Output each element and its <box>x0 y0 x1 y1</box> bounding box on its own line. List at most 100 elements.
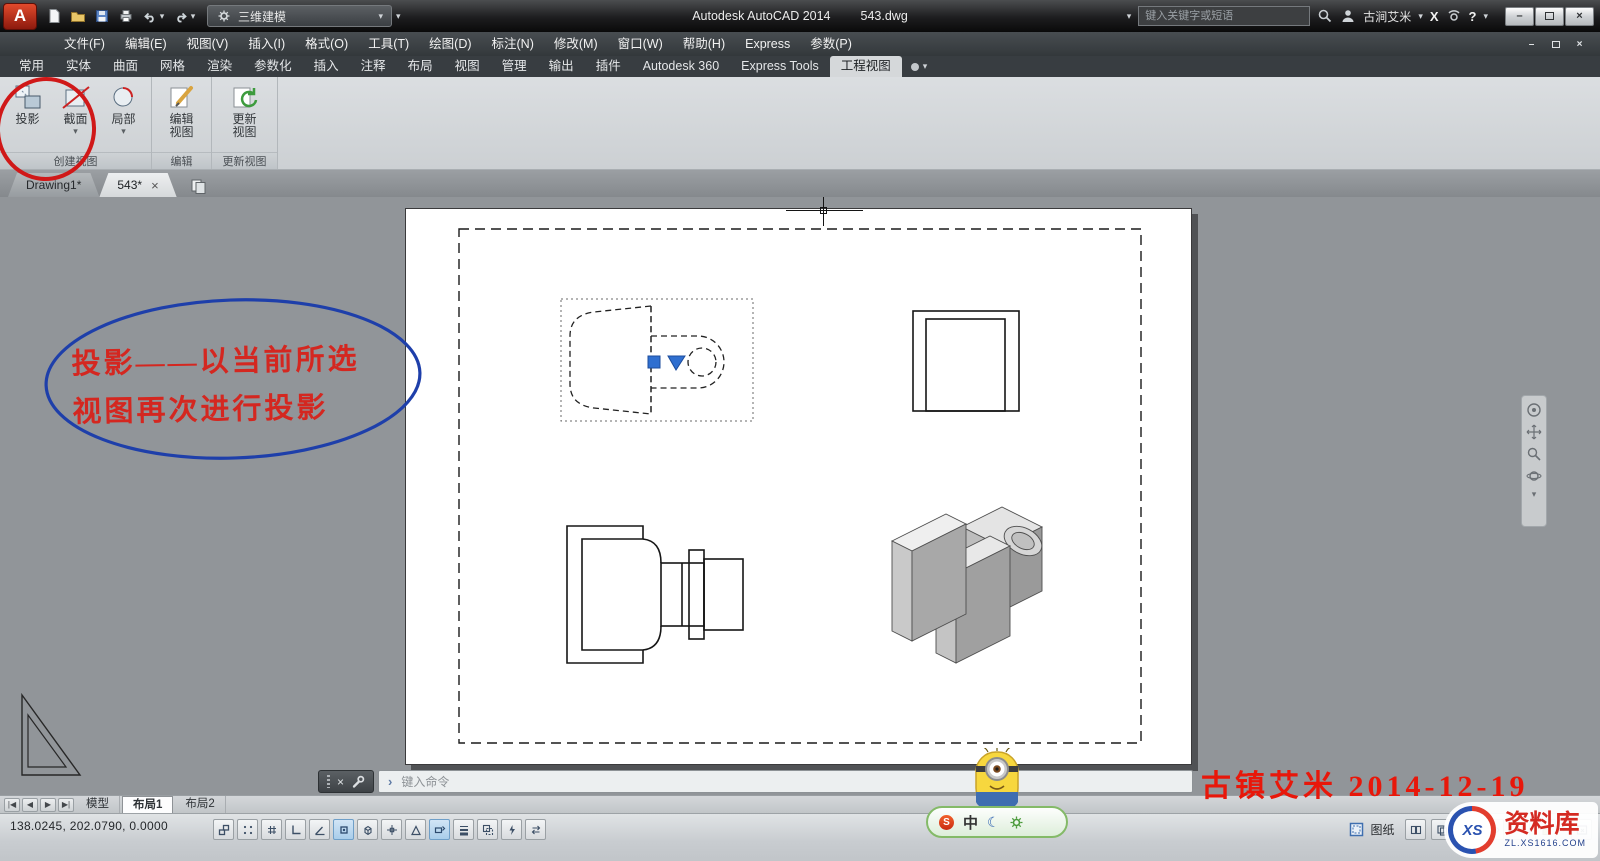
file-tab-543[interactable]: 543* × <box>99 173 176 197</box>
drag-grip-icon[interactable] <box>327 775 330 788</box>
menu-help[interactable]: 帮助(H) <box>673 32 735 56</box>
account-name[interactable]: 古涧艾米 <box>1363 8 1411 25</box>
transparency-toggle[interactable] <box>477 819 498 840</box>
workspace-switcher[interactable]: 三维建模 ▾ <box>207 5 392 27</box>
doc-minimize-button[interactable]: – <box>1521 36 1542 52</box>
menu-express[interactable]: Express <box>735 32 800 56</box>
ribbon-display-options[interactable]: ▾ <box>910 56 928 77</box>
menu-file[interactable]: 文件(F) <box>54 32 115 56</box>
lineweight-toggle[interactable] <box>453 819 474 840</box>
ribbon-tab-layout[interactable]: 布局 <box>397 56 444 77</box>
close-command-line-icon[interactable]: × <box>337 776 344 788</box>
menu-window[interactable]: 窗口(W) <box>608 32 673 56</box>
close-tab-icon[interactable]: × <box>151 179 159 192</box>
new-file-button[interactable] <box>42 5 65 28</box>
paper-space-label[interactable]: 图纸 <box>1370 821 1394 838</box>
panel-title-edit[interactable]: 编辑 <box>152 152 211 169</box>
ribbon-tab-insert[interactable]: 插入 <box>303 56 350 77</box>
osnap-3d-toggle[interactable] <box>357 819 378 840</box>
ribbon-tab-plugins[interactable]: 插件 <box>585 56 632 77</box>
paper-space-icon[interactable] <box>1348 821 1365 838</box>
steering-wheel-icon[interactable] <box>1526 402 1542 418</box>
ribbon-tab-view[interactable]: 视图 <box>444 56 491 77</box>
grip-triangle[interactable] <box>668 356 685 370</box>
selection-cycling-toggle[interactable] <box>525 819 546 840</box>
ortho-toggle[interactable] <box>285 819 306 840</box>
ribbon-tab-manage[interactable]: 管理 <box>491 56 538 77</box>
plot-button[interactable] <box>114 5 137 28</box>
quick-properties-toggle[interactable] <box>501 819 522 840</box>
update-view-button[interactable]: 更新视图 <box>222 80 267 139</box>
help-icon[interactable]: ? <box>1469 9 1477 24</box>
minimize-button[interactable]: – <box>1505 7 1534 26</box>
panel-title-create-view[interactable]: 创建视图 <box>0 152 151 169</box>
menu-insert[interactable]: 插入(I) <box>238 32 295 56</box>
ime-settings-gear-icon[interactable] <box>1009 815 1024 830</box>
qat-customize-icon[interactable]: ▾ <box>396 12 401 21</box>
section-button[interactable]: 截面 ▾ <box>53 80 98 136</box>
open-file-button[interactable] <box>66 5 89 28</box>
pan-icon[interactable] <box>1526 424 1542 440</box>
account-menu-icon[interactable]: ▾ <box>1418 12 1423 21</box>
search-icon[interactable] <box>1317 8 1333 24</box>
close-button[interactable]: × <box>1565 7 1594 26</box>
view-front[interactable] <box>567 526 743 663</box>
save-button[interactable] <box>90 5 113 28</box>
menu-edit[interactable]: 编辑(E) <box>115 32 177 56</box>
drawing-tabs-menu-button[interactable] <box>185 174 213 197</box>
dynamic-input-toggle[interactable] <box>429 819 450 840</box>
zoom-icon[interactable] <box>1526 446 1542 462</box>
grip-square[interactable] <box>648 356 660 368</box>
doc-restore-button[interactable] <box>1545 36 1566 52</box>
ribbon-tab-home[interactable]: 常用 <box>8 56 55 77</box>
menu-format[interactable]: 格式(O) <box>295 32 358 56</box>
menu-tools[interactable]: 工具(T) <box>358 32 419 56</box>
first-layout-arrow[interactable]: |◀ <box>4 798 20 812</box>
maximize-button[interactable] <box>1535 7 1564 26</box>
search-history-icon[interactable]: ▾ <box>1127 12 1132 21</box>
view-top-selected[interactable] <box>561 299 753 421</box>
wrench-icon[interactable] <box>351 775 365 789</box>
menu-parametric[interactable]: 参数(P) <box>800 32 862 56</box>
ribbon-tab-autodesk360[interactable]: Autodesk 360 <box>632 56 730 77</box>
sign-in-person-icon[interactable] <box>1340 8 1356 24</box>
ribbon-tab-parametric[interactable]: 参数化 <box>243 56 303 77</box>
communication-center-icon[interactable] <box>1446 8 1462 24</box>
exchange-apps-icon[interactable]: X <box>1430 9 1439 24</box>
undo-button[interactable]: ▾ <box>138 5 168 28</box>
ribbon-tab-output[interactable]: 输出 <box>538 56 585 77</box>
infer-constraints-toggle[interactable] <box>213 819 234 840</box>
orbit-icon[interactable] <box>1526 468 1542 484</box>
layout-tab-model[interactable]: 模型 <box>76 796 120 813</box>
last-layout-arrow[interactable]: ▶| <box>58 798 74 812</box>
ribbon-tab-surface[interactable]: 曲面 <box>102 56 149 77</box>
projection-button[interactable]: 投影 <box>5 80 50 126</box>
file-tab-drawing1[interactable]: Drawing1* <box>8 173 99 197</box>
coordinates-readout[interactable]: 138.0245, 202.0790, 0.0000 <box>0 819 205 833</box>
ribbon-tab-mesh[interactable]: 网格 <box>149 56 196 77</box>
moon-icon[interactable]: ☾ <box>987 814 1000 831</box>
otrack-toggle[interactable] <box>381 819 402 840</box>
menu-dimension[interactable]: 标注(N) <box>482 32 544 56</box>
dynamic-ucs-toggle[interactable] <box>405 819 426 840</box>
drawing-canvas[interactable]: ▾ <box>0 197 1600 795</box>
view-side[interactable] <box>913 311 1019 411</box>
command-input[interactable]: › 键入命令 <box>378 770 1193 793</box>
help-menu-icon[interactable]: ▾ <box>1483 12 1488 21</box>
ribbon-tab-annotate[interactable]: 注释 <box>350 56 397 77</box>
menu-modify[interactable]: 修改(M) <box>544 32 608 56</box>
detail-button[interactable]: 局部 ▾ <box>101 80 146 136</box>
ribbon-tab-solid[interactable]: 实体 <box>55 56 102 77</box>
doc-close-button[interactable]: × <box>1569 36 1590 52</box>
layout-tab-layout1[interactable]: 布局1 <box>122 796 173 813</box>
polar-tracking-toggle[interactable] <box>309 819 330 840</box>
navbar-more-icon[interactable]: ▾ <box>1532 490 1537 499</box>
edit-view-button[interactable]: 编辑视图 <box>159 80 204 139</box>
menu-view[interactable]: 视图(V) <box>177 32 239 56</box>
ime-language-toggle[interactable]: 中 <box>963 812 978 833</box>
grid-toggle[interactable] <box>261 819 282 840</box>
quick-view-layouts-button[interactable] <box>1405 819 1426 840</box>
ribbon-tab-render[interactable]: 渲染 <box>196 56 243 77</box>
snap-toggle[interactable] <box>237 819 258 840</box>
infocenter-search-input[interactable] <box>1138 6 1310 26</box>
